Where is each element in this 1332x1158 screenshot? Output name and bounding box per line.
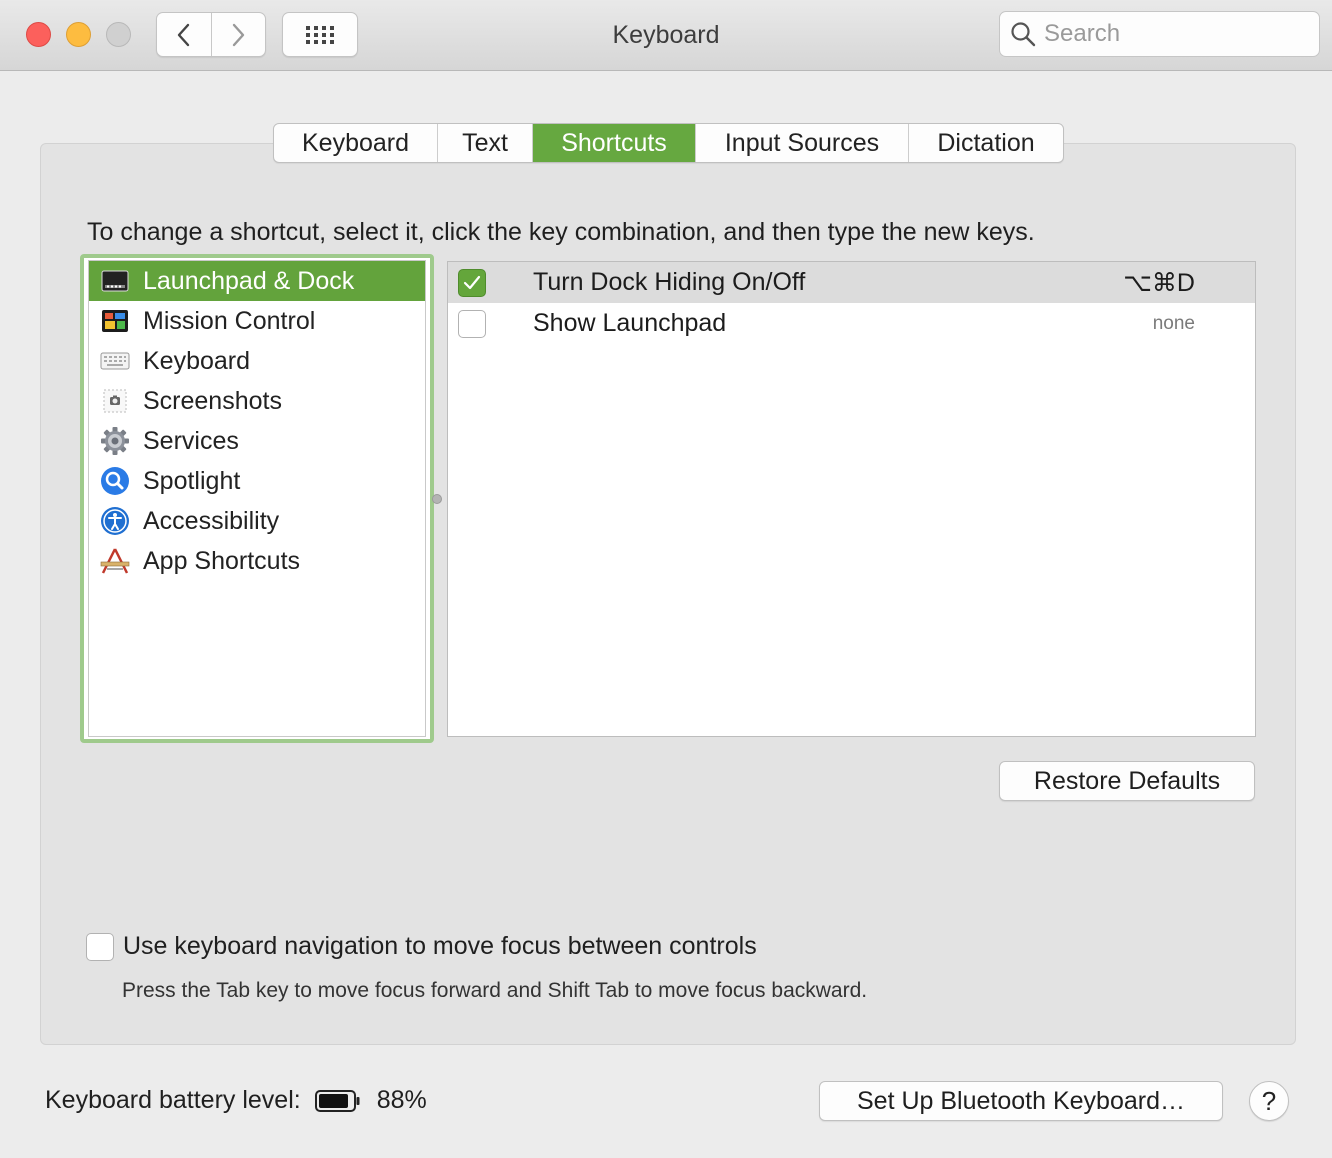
category-label: Keyboard: [143, 346, 251, 375]
shortcut-key-combination[interactable]: none: [1153, 313, 1195, 335]
category-services[interactable]: Services: [89, 421, 425, 461]
grid-icon: [306, 25, 334, 44]
show-all-button[interactable]: [282, 12, 358, 57]
battery-icon: [314, 1089, 361, 1113]
screenshots-icon: [99, 385, 131, 417]
tab-keyboard[interactable]: Keyboard: [274, 124, 437, 162]
tab-shortcuts[interactable]: Shortcuts: [532, 124, 695, 162]
zoom-window-button[interactable]: [106, 22, 131, 47]
shortcut-row-show-launchpad[interactable]: Show Launchpad none: [448, 303, 1255, 344]
help-button[interactable]: ?: [1249, 1081, 1289, 1121]
accessibility-icon: [99, 505, 131, 537]
category-accessibility[interactable]: Accessibility: [89, 501, 425, 541]
battery-label: Keyboard battery level:: [45, 1086, 301, 1114]
tab-text[interactable]: Text: [437, 124, 532, 162]
close-window-button[interactable]: [26, 22, 51, 47]
chevron-left-icon: [177, 23, 189, 46]
minimize-window-button[interactable]: [66, 22, 91, 47]
spotlight-icon: [99, 465, 131, 497]
app-shortcuts-icon: [99, 545, 131, 577]
mission-control-icon: [99, 305, 131, 337]
search-icon: [1010, 21, 1036, 47]
gear-icon: [99, 425, 131, 457]
shortcut-category-list[interactable]: Launchpad & Dock Mission Control Keyboar…: [80, 254, 434, 743]
category-mission-control[interactable]: Mission Control: [89, 301, 425, 341]
tab-bar: Keyboard Text Shortcuts Input Sources Di…: [273, 123, 1064, 163]
category-label: Spotlight: [143, 466, 241, 495]
shortcut-label: Show Launchpad: [533, 309, 727, 337]
chevron-right-icon: [233, 23, 245, 46]
forward-button[interactable]: [210, 13, 266, 56]
keyboard-icon: [99, 345, 131, 377]
category-launchpad-dock[interactable]: Launchpad & Dock: [89, 261, 425, 301]
keyboard-navigation-option: Use keyboard navigation to move focus be…: [86, 932, 757, 961]
back-button[interactable]: [157, 13, 211, 56]
shortcut-enable-checkbox[interactable]: [458, 309, 486, 338]
back-forward-group: [156, 12, 266, 57]
set-up-bluetooth-keyboard-button[interactable]: Set Up Bluetooth Keyboard…: [819, 1081, 1223, 1121]
shortcut-enable-checkbox[interactable]: [458, 268, 486, 297]
search-input[interactable]: [1044, 20, 1304, 48]
search-field[interactable]: [999, 11, 1320, 57]
title-bar: Keyboard: [0, 0, 1332, 71]
keyboard-navigation-checkbox[interactable]: [86, 932, 114, 961]
shortcut-key-combination[interactable]: ⌥⌘D: [1123, 268, 1195, 298]
battery-status: Keyboard battery level: 88%: [45, 1086, 427, 1115]
category-label: Services: [143, 426, 239, 455]
category-app-shortcuts[interactable]: App Shortcuts: [89, 541, 425, 581]
category-screenshots[interactable]: Screenshots: [89, 381, 425, 421]
checkmark-icon: [463, 275, 481, 289]
battery-percentage: 88%: [376, 1086, 427, 1114]
category-label: Mission Control: [143, 306, 316, 335]
category-label: Screenshots: [143, 386, 282, 415]
split-view-divider[interactable]: [432, 494, 442, 504]
keyboard-navigation-label[interactable]: Use keyboard navigation to move focus be…: [123, 932, 757, 961]
category-label: Accessibility: [143, 506, 280, 535]
shortcuts-table: Turn Dock Hiding On/Off ⌥⌘D Show Launchp…: [447, 261, 1256, 737]
tab-dictation[interactable]: Dictation: [908, 124, 1063, 162]
category-keyboard[interactable]: Keyboard: [89, 341, 425, 381]
category-spotlight[interactable]: Spotlight: [89, 461, 425, 501]
instructions-text: To change a shortcut, select it, click t…: [87, 218, 1035, 246]
category-label: Launchpad & Dock: [143, 266, 355, 295]
keyboard-navigation-hint: Press the Tab key to move focus forward …: [122, 979, 868, 1002]
tab-input-sources[interactable]: Input Sources: [695, 124, 908, 162]
shortcut-row-dock-hiding[interactable]: Turn Dock Hiding On/Off ⌥⌘D: [448, 262, 1255, 303]
shortcut-label: Turn Dock Hiding On/Off: [533, 268, 806, 296]
category-label: App Shortcuts: [143, 546, 301, 575]
restore-defaults-button[interactable]: Restore Defaults: [999, 761, 1255, 801]
launchpad-dock-icon: [99, 265, 131, 297]
